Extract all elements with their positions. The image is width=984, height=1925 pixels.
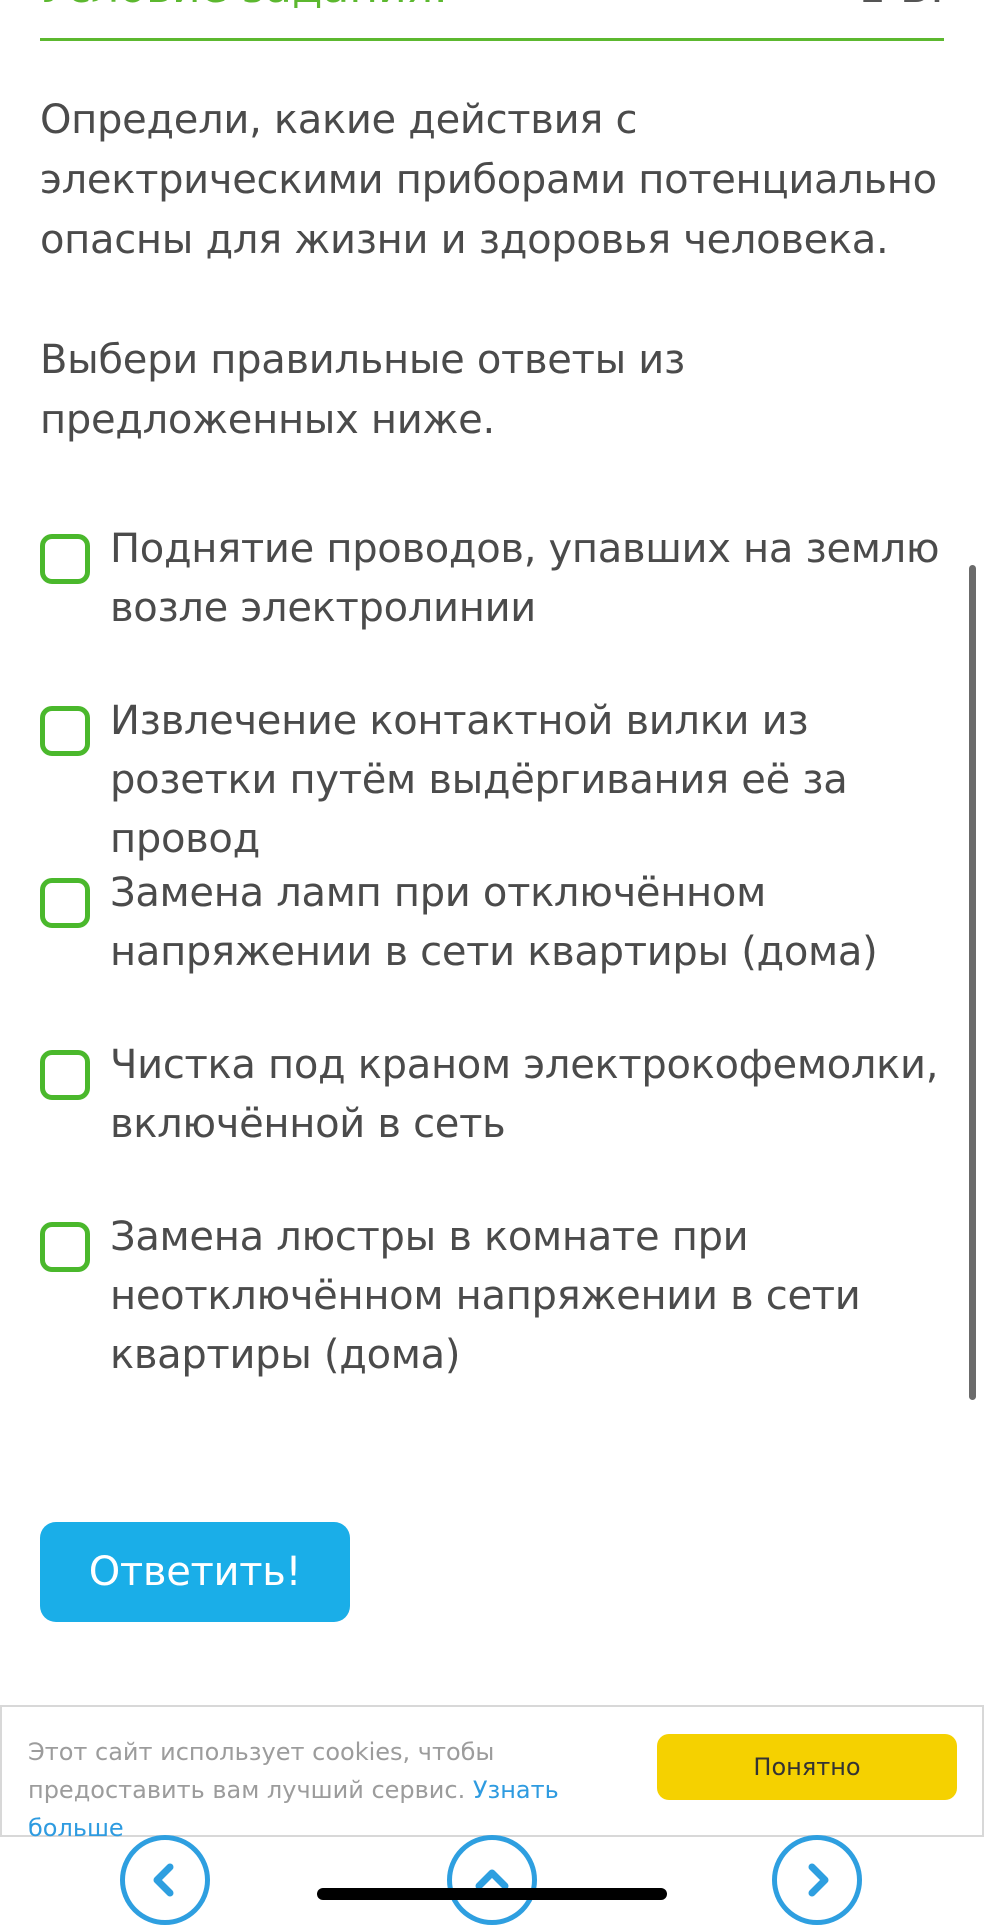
chevron-right-icon [808,1863,829,1897]
checkbox[interactable] [40,1050,90,1100]
home-indicator[interactable] [317,1888,667,1900]
task-question: Определи, какие действия с электрическим… [40,97,937,263]
checkbox[interactable] [40,1222,90,1272]
task-points: 1 Б. [858,0,944,13]
cookie-text: Этот сайт использует cookies, чтобы пред… [28,1738,495,1804]
cookie-accept-button[interactable]: Понятно [657,1734,957,1800]
chevron-left-icon [153,1863,174,1897]
option-label[interactable]: Замена люстры в комнате при неотключённо… [110,1208,970,1385]
option-label[interactable]: Чистка под краном электрокофемолки, вклю… [110,1036,970,1154]
scroll-up-button[interactable] [447,1835,537,1925]
task-instruction: Выбери правильные ответы из предложенных… [40,337,685,443]
cookie-banner: Этот сайт использует cookies, чтобы пред… [0,1705,984,1842]
checkbox[interactable] [40,534,90,584]
answer-button[interactable]: Ответить! [40,1522,350,1622]
option-label[interactable]: Поднятие проводов, упавших на землю возл… [110,520,970,638]
cookie-message: Этот сайт использует cookies, чтобы пред… [28,1733,648,1847]
previous-button[interactable] [120,1835,210,1925]
option-label[interactable]: Извлечение контактной вилки из розетки п… [110,692,970,869]
checkbox[interactable] [40,878,90,928]
header-divider [40,38,944,41]
checkbox[interactable] [40,706,90,756]
option-label[interactable]: Замена ламп при отключённом напряжении в… [110,864,970,982]
scrollbar[interactable] [969,565,976,1400]
next-button[interactable] [772,1835,862,1925]
task-header-title: Условие задания: [40,0,448,13]
